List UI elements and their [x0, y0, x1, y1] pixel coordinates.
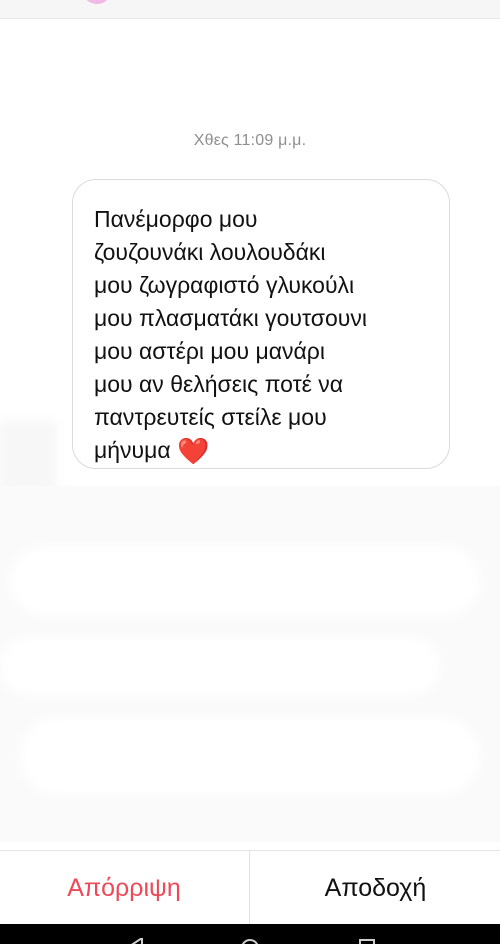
message-line: μου πλασματάκι γουτσουνι [94, 305, 367, 331]
message-line: μου αν θελήσεις ποτέ να [94, 371, 344, 397]
message-line: μου ζωγραφιστό γλυκούλι [94, 272, 355, 298]
request-action-bar: Απόρριψη Αποδοχή [0, 850, 500, 925]
message-line-text: μήνυμα [94, 437, 171, 463]
back-triangle-icon[interactable] [128, 938, 144, 944]
message-text: Πανέμορφο μου ζουζουνάκι λουλουδάκι μου … [94, 203, 439, 468]
heart-emoji-icon: ❤️ [177, 436, 210, 466]
system-navigation-bar [0, 924, 500, 944]
reject-button[interactable]: Απόρριψη [0, 851, 248, 925]
avatar[interactable] [82, 0, 112, 4]
home-circle-icon[interactable] [240, 938, 260, 944]
message-line: παντρευτείς στείλε μου [94, 404, 327, 430]
message-line-last: μήνυμα ❤️ [94, 434, 439, 468]
accept-button[interactable]: Αποδοχή [249, 851, 500, 925]
blurred-content-area [0, 486, 500, 842]
message-line: μου αστέρι μου μανάρι [94, 338, 325, 364]
blurred-region [10, 546, 480, 616]
message-timestamp: Χθες 11:09 μ.μ. [193, 132, 307, 149]
blurred-region [20, 716, 480, 796]
message-line: Πανέμορφο μου [94, 206, 258, 232]
recents-square-icon[interactable] [358, 938, 376, 944]
message-line: ζουζουνάκι λουλουδάκι [94, 239, 326, 265]
top-header-strip [0, 0, 500, 19]
blurred-region [0, 636, 440, 696]
